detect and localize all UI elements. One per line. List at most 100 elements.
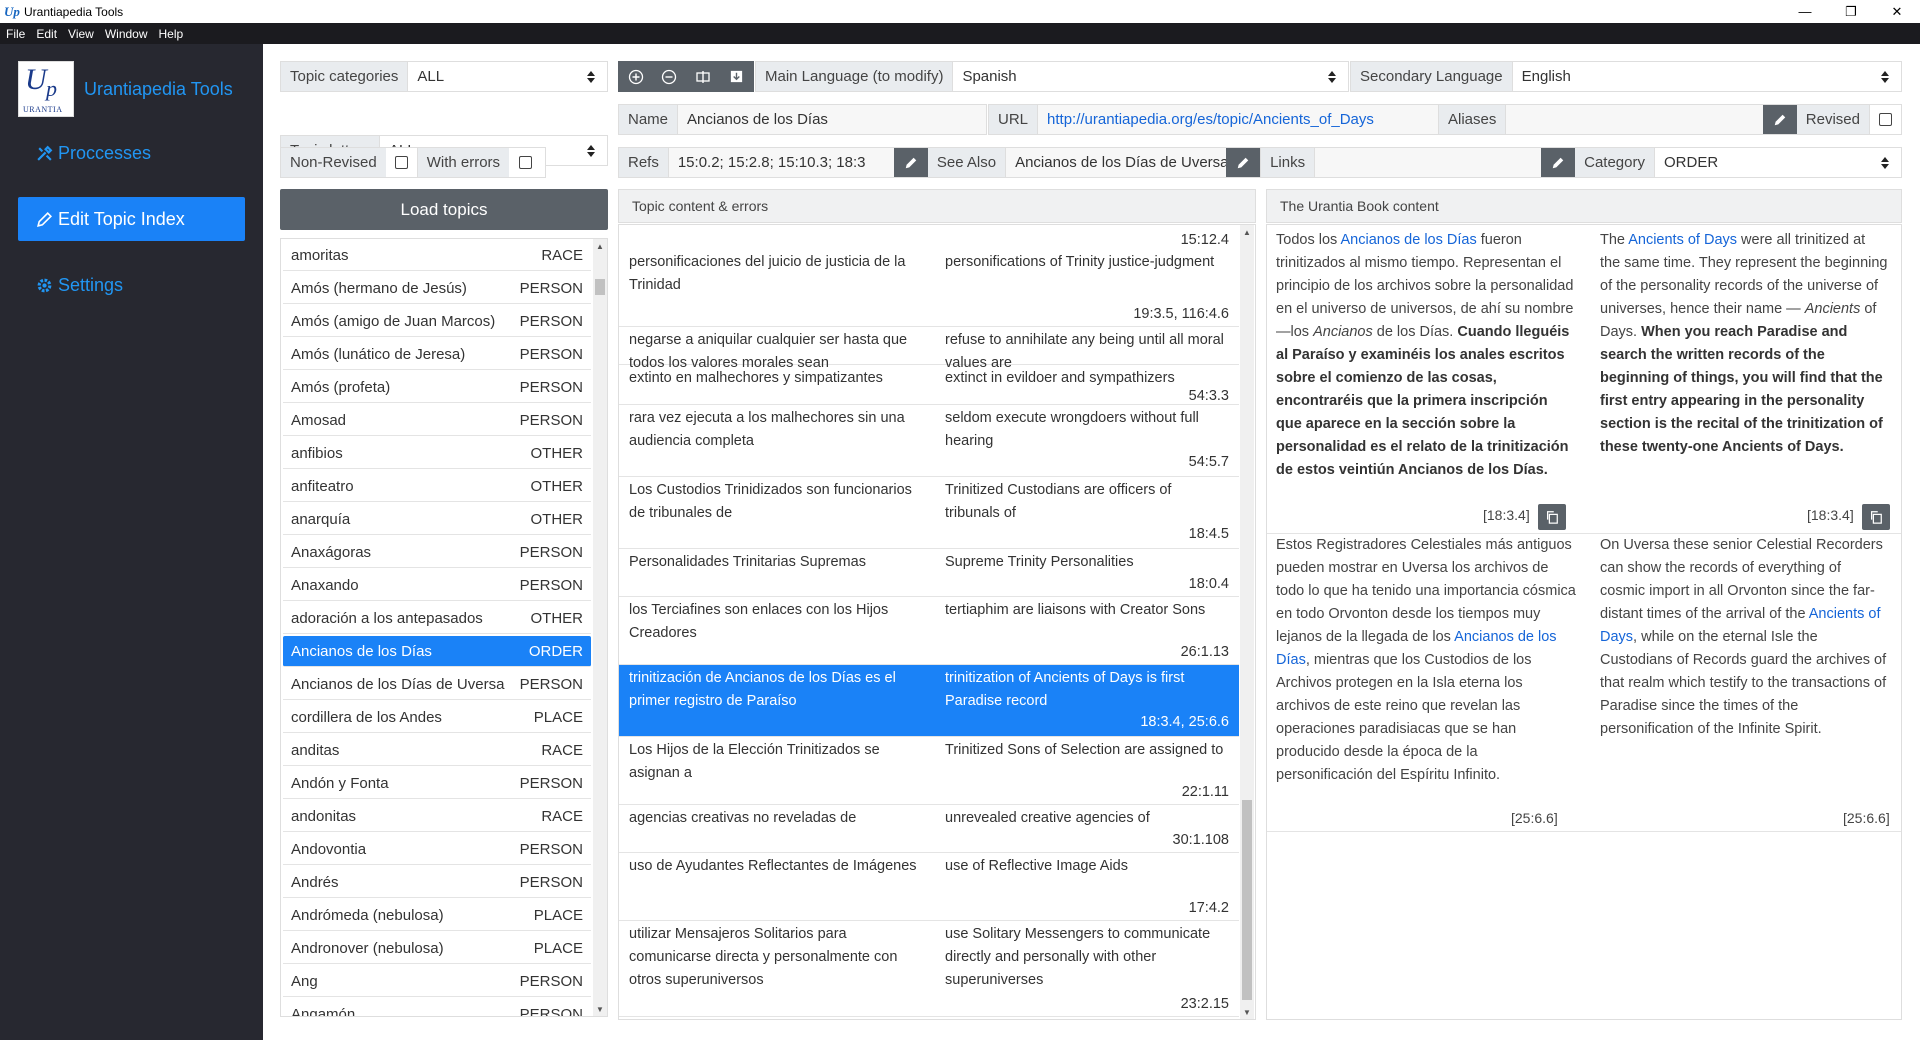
witherrors-checkbox[interactable] [518, 156, 532, 169]
ub-link[interactable]: Ancients of Days [1628, 232, 1737, 248]
category-select[interactable]: ORDER [1655, 148, 1901, 177]
content-es: extinto en malhechores y simpatizantes [629, 370, 883, 386]
content-ref: 18:4.5 [1188, 526, 1229, 542]
edit-refs-icon[interactable] [893, 148, 928, 177]
topic-list-item[interactable]: Andovontia PERSON [283, 834, 591, 865]
revised-checkbox[interactable] [1879, 113, 1892, 126]
scroll-down-icon[interactable]: ▼ [593, 1002, 607, 1016]
menu-bar: File Edit View Window Help [0, 23, 1920, 44]
topic-list-item[interactable]: anditas RACE [283, 735, 591, 766]
seealso-value[interactable]: Ancianos de los Días de Uversa [1006, 148, 1227, 177]
url-link[interactable]: http://urantiapedia.org/es/topic/Ancient… [1047, 111, 1374, 128]
menu-edit[interactable]: Edit [36, 27, 57, 41]
secondary-language-select[interactable]: Secondary Language English [1350, 61, 1902, 92]
edit-links-icon[interactable] [1541, 148, 1576, 177]
add-icon[interactable] [619, 62, 653, 91]
refs-value[interactable]: 15:0.2; 15:2.8; 15:10.3; 18:3 [668, 148, 894, 177]
aliases-input[interactable] [1506, 105, 1763, 134]
name-value[interactable]: Ancianos de los Días [678, 105, 986, 134]
topic-list-item[interactable]: anfibios OTHER [283, 438, 591, 469]
content-row[interactable]: Los Custodios Trinidizados son funcionar… [619, 477, 1239, 549]
topic-list-item[interactable]: anarquía OTHER [283, 504, 591, 535]
topic-list-item[interactable]: Andón y Fonta PERSON [283, 768, 591, 799]
pencil-icon [34, 211, 54, 228]
menu-window[interactable]: Window [105, 27, 148, 41]
menu-file[interactable]: File [6, 27, 25, 41]
load-topics-button[interactable]: Load topics [280, 189, 608, 230]
content-row[interactable]: extinto en malhechores y simpatizantes ex… [619, 365, 1239, 405]
aliases-label: Aliases [1438, 105, 1507, 134]
content-row[interactable]: agencias creativas no reveladas de unreve… [619, 805, 1239, 853]
edit-seealso-icon[interactable] [1226, 148, 1261, 177]
topic-list-item[interactable]: Andrómeda (nebulosa) PLACE [283, 900, 591, 931]
topic-categories-select[interactable]: Topic categories ALL [280, 61, 608, 92]
topic-name: Amós (lunático de Jeresa) [291, 345, 466, 363]
topic-type: PERSON [519, 345, 583, 363]
topic-list-item[interactable]: amoritas RACE [283, 240, 591, 271]
topic-list-item[interactable]: Angamón PERSON [283, 999, 591, 1017]
close-button[interactable]: ✕ [1874, 0, 1920, 23]
copy-icon[interactable] [1538, 504, 1566, 530]
sidebar-item-proccesses[interactable]: Proccesses [18, 131, 245, 175]
topic-list-item[interactable]: Andronover (nebulosa) PLACE [283, 933, 591, 964]
topic-type: PERSON [519, 378, 583, 396]
main-language-select[interactable]: Main Language (to modify) Spanish [755, 61, 1349, 92]
minimize-button[interactable]: — [1782, 0, 1828, 23]
tools-icon [34, 145, 54, 162]
topic-list-item[interactable]: Andrés PERSON [283, 867, 591, 898]
sidebar-item-settings[interactable]: Settings [18, 263, 245, 307]
save-icon[interactable] [719, 62, 753, 91]
ub-link[interactable]: Ancianos de los Días [1341, 232, 1477, 248]
content-en: trinitization of Ancients of Days is fir… [945, 670, 1185, 709]
menu-view[interactable]: View [68, 27, 94, 41]
content-row[interactable]: personificaciones del juicio de justicia… [619, 249, 1239, 327]
scroll-thumb[interactable] [1242, 800, 1252, 1000]
topic-list-item[interactable]: Amós (hermano de Jesús) PERSON [283, 273, 591, 304]
content-en: use of Reflective Image Aids [945, 858, 1128, 874]
topic-list-item[interactable]: Amosad PERSON [283, 405, 591, 436]
topic-list-item[interactable]: anfiteatro OTHER [283, 471, 591, 502]
topic-list-scrollbar[interactable]: ▲ ▼ [593, 239, 607, 1016]
content-row[interactable]: los Terciafines son enlaces con los Hijo… [619, 597, 1239, 665]
topic-list-item[interactable]: Anaxando PERSON [283, 570, 591, 601]
split-icon[interactable] [686, 62, 720, 91]
links-input[interactable] [1315, 148, 1542, 177]
maximize-button[interactable]: ❐ [1828, 0, 1874, 23]
topic-list-item[interactable]: Amós (profeta) PERSON [283, 372, 591, 403]
content-row[interactable]: Los Hijos de la Elección Trinitizados se… [619, 737, 1239, 805]
topic-type: PERSON [519, 411, 583, 429]
topic-list-item[interactable]: Amós (amigo de Juan Marcos) PERSON [283, 306, 591, 337]
content-row[interactable]: rara vez ejecuta a los malhechores sin u… [619, 405, 1239, 477]
content-ref: 18:3.4, 25:6.6 [1140, 714, 1229, 730]
content-row[interactable]: utilizar Mensajeros Solitarios para comu… [619, 921, 1239, 1017]
content-scrollbar[interactable]: ▲ ▼ [1240, 225, 1254, 1019]
topic-name: anditas [291, 741, 340, 759]
nonrevised-checkbox[interactable] [394, 156, 408, 169]
scroll-up-icon[interactable]: ▲ [1240, 225, 1254, 239]
topic-list-item[interactable]: Anaxágoras PERSON [283, 537, 591, 568]
topic-type: RACE [541, 741, 583, 759]
edit-aliases-icon[interactable] [1762, 105, 1797, 134]
url-label: URL [989, 105, 1039, 134]
remove-icon[interactable] [652, 62, 686, 91]
content-row[interactable]: trinitización de Ancianos de los Días es… [619, 665, 1239, 737]
topic-list-item[interactable]: Ang PERSON [283, 966, 591, 997]
topic-list-item[interactable]: andonitas RACE [283, 801, 591, 832]
scroll-thumb[interactable] [595, 279, 605, 295]
content-row[interactable]: Personalidades Trinitarias Supremas Supre… [619, 549, 1239, 597]
menu-help[interactable]: Help [159, 27, 184, 41]
content-row[interactable]: uso de Ayudantes Reflectantes de Imágene… [619, 853, 1239, 921]
topic-list-item[interactable]: Amós (lunático de Jeresa) PERSON [283, 339, 591, 370]
scroll-up-icon[interactable]: ▲ [593, 239, 607, 253]
sidebar-item-edit-topic-index[interactable]: Edit Topic Index [18, 197, 245, 241]
scroll-down-icon[interactable]: ▼ [1240, 1005, 1254, 1019]
topic-list-item[interactable]: adoración a los antepasados OTHER [283, 603, 591, 634]
topic-name: anfiteatro [291, 477, 354, 495]
topic-list-item[interactable]: cordillera de los Andes PLACE [283, 702, 591, 733]
content-row[interactable]: negarse a aniquilar cualquier ser hasta … [619, 327, 1239, 371]
topic-list-item[interactable]: Ancianos de los Días de Uversa PERSON [283, 669, 591, 700]
topic-name: cordillera de los Andes [291, 708, 442, 726]
copy-icon[interactable] [1862, 504, 1890, 530]
topic-list-item[interactable]: Ancianos de los Días ORDER [283, 636, 591, 667]
topic-name: anfibios [291, 444, 343, 462]
